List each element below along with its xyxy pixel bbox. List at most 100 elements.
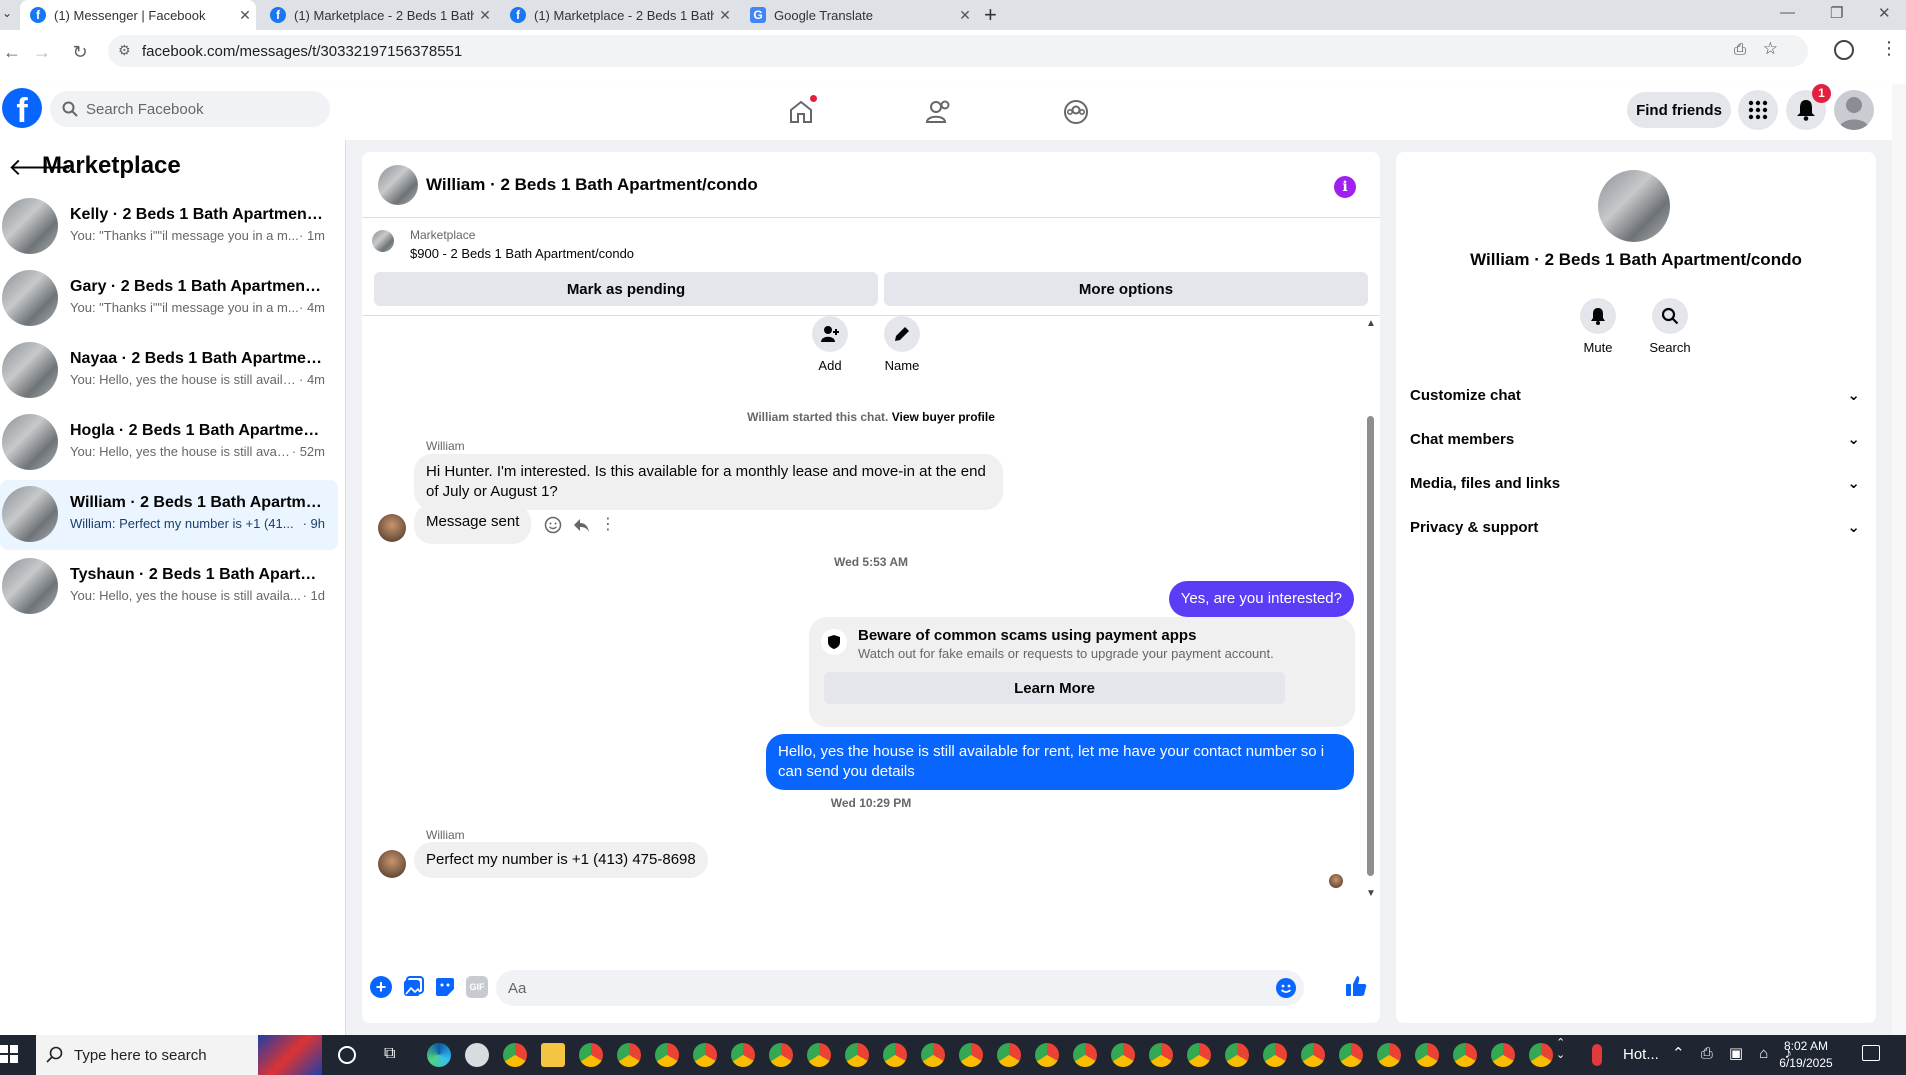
close-tab-icon[interactable]: ✕	[474, 7, 496, 24]
weather-text[interactable]: Hot...	[1623, 1046, 1659, 1063]
chrome-window-icon[interactable]	[1529, 1043, 1553, 1067]
message-bubble-incoming[interactable]: Hi Hunter. I'm interested. Is this avail…	[414, 454, 1003, 510]
install-app-icon[interactable]: ⎙	[1734, 41, 1746, 58]
reload-icon[interactable]: ↻	[68, 40, 92, 64]
restore-icon[interactable]: ❐	[1830, 4, 1843, 22]
chrome-window-icon[interactable]	[655, 1043, 679, 1067]
chrome-window-icon[interactable]	[883, 1043, 907, 1067]
app-icon[interactable]	[465, 1043, 489, 1067]
search-in-chat-button[interactable]: Search	[1646, 298, 1694, 355]
chrome-window-icon[interactable]	[1111, 1043, 1135, 1067]
chrome-icon[interactable]	[503, 1043, 527, 1067]
more-options-button[interactable]: More options	[884, 272, 1368, 306]
scroll-down-arrow-icon[interactable]: ▼	[1366, 888, 1376, 899]
chrome-window-icon[interactable]	[769, 1043, 793, 1067]
edge-icon[interactable]	[427, 1043, 451, 1067]
william-avatar[interactable]	[378, 850, 406, 878]
react-emoji-icon[interactable]	[544, 516, 562, 534]
forward-icon[interactable]: →	[30, 40, 54, 64]
chat-thumbnail[interactable]	[378, 165, 418, 205]
gif-icon[interactable]: GIF	[466, 976, 488, 998]
listing-thumbnail-small[interactable]	[372, 230, 394, 252]
conversation-item-kelly[interactable]: Kelly · 2 Beds 1 Bath Apartment/co... Yo…	[0, 192, 338, 262]
view-buyer-profile-link[interactable]: View buyer profile	[892, 410, 995, 424]
address-bar[interactable]: ⚙ facebook.com/messages/t/30332197156378…	[108, 35, 1808, 67]
chrome-window-icon[interactable]	[1415, 1043, 1439, 1067]
scroll-up-arrow-icon[interactable]: ▲	[1366, 318, 1376, 329]
notifications-bell-icon[interactable]: 1	[1786, 84, 1831, 130]
chrome-window-icon[interactable]	[1035, 1043, 1059, 1067]
chrome-window-icon[interactable]	[1225, 1043, 1249, 1067]
home-icon[interactable]	[781, 92, 821, 132]
chrome-window-icon[interactable]	[1073, 1043, 1097, 1067]
william-avatar[interactable]	[378, 514, 406, 542]
account-avatar[interactable]	[1834, 90, 1874, 130]
more-actions-icon[interactable]: ⋮	[600, 514, 616, 534]
name-chat-button[interactable]: Name	[880, 316, 924, 373]
close-window-icon[interactable]: ✕	[1878, 4, 1891, 22]
chrome-window-icon[interactable]	[731, 1043, 755, 1067]
chrome-window-icon[interactable]	[1491, 1043, 1515, 1067]
chrome-window-icon[interactable]	[579, 1043, 603, 1067]
chrome-window-icon[interactable]	[1301, 1043, 1325, 1067]
facebook-logo[interactable]: f	[2, 88, 42, 130]
mark-as-pending-button[interactable]: Mark as pending	[374, 272, 878, 306]
chat-title[interactable]: William · 2 Beds 1 Bath Apartment/condo	[426, 175, 758, 195]
chrome-window-icon[interactable]	[1377, 1043, 1401, 1067]
conversation-item-gary[interactable]: Gary · 2 Beds 1 Bath Apartment/co... You…	[0, 264, 338, 334]
section-media-files-links[interactable]: Media, files and links ⌄	[1410, 463, 1860, 503]
taskbar-search-box[interactable]: Type here to search	[36, 1035, 322, 1075]
message-bubble-outgoing[interactable]: Yes, are you interested?	[1168, 581, 1354, 617]
add-people-button[interactable]: Add	[808, 316, 852, 373]
chrome-window-icon[interactable]	[1339, 1043, 1363, 1067]
tab-marketplace-2[interactable]: f (1) Marketplace - 2 Beds 1 Bath ✕	[500, 0, 736, 30]
section-chat-members[interactable]: Chat members ⌄	[1410, 419, 1860, 459]
message-bubble-outgoing[interactable]: Hello, yes the house is still available …	[766, 734, 1354, 790]
groups-icon[interactable]	[1056, 92, 1096, 132]
conversation-item-hogla[interactable]: Hogla · 2 Beds 1 Bath Apartment/c... You…	[0, 408, 338, 478]
find-friends-button[interactable]: Find friends	[1627, 92, 1731, 128]
task-view-icon[interactable]: ⧉	[384, 1045, 395, 1063]
search-facebook-input[interactable]: Search Facebook	[50, 91, 330, 127]
cortana-icon[interactable]	[338, 1046, 356, 1064]
tray-overflow-chevron-icon[interactable]: ⌃ ⌄	[1556, 1037, 1565, 1061]
message-bubble-incoming[interactable]: Perfect my number is +1 (413) 475-8698	[414, 842, 708, 878]
tab-marketplace-1[interactable]: f (1) Marketplace - 2 Beds 1 Bath ✕	[260, 0, 496, 30]
chrome-window-icon[interactable]	[1263, 1043, 1287, 1067]
file-explorer-icon[interactable]	[541, 1043, 565, 1067]
tab-messenger[interactable]: f (1) Messenger | Facebook ✕	[20, 0, 256, 30]
browser-menu-icon[interactable]: ⋮	[1880, 38, 1898, 59]
chrome-window-icon[interactable]	[1453, 1043, 1477, 1067]
listing-title[interactable]: $900 - 2 Beds 1 Bath Apartment/condo	[410, 246, 634, 261]
profile-icon[interactable]	[1834, 40, 1854, 60]
section-customize-chat[interactable]: Customize chat ⌄	[1410, 375, 1860, 415]
message-input[interactable]: Aa	[496, 970, 1304, 1006]
chrome-window-icon[interactable]	[807, 1043, 831, 1067]
minimize-icon[interactable]: —	[1780, 4, 1795, 21]
close-tab-icon[interactable]: ✕	[714, 7, 736, 24]
emoji-picker-icon[interactable]	[1276, 978, 1296, 998]
chrome-window-icon[interactable]	[1187, 1043, 1211, 1067]
tab-search-chevron-icon[interactable]: ⌄	[2, 6, 16, 24]
conversation-item-tyshaun[interactable]: Tyshaun · 2 Beds 1 Bath Apartment... You…	[0, 552, 338, 622]
chrome-window-icon[interactable]	[693, 1043, 717, 1067]
chrome-window-icon[interactable]	[617, 1043, 641, 1067]
close-tab-icon[interactable]: ✕	[954, 7, 976, 24]
taskbar-clock[interactable]: 8:02 AM 6/19/2025	[1776, 1038, 1836, 1072]
close-tab-icon[interactable]: ✕	[234, 7, 256, 24]
chrome-window-icon[interactable]	[997, 1043, 1021, 1067]
conversation-item-nayaa[interactable]: Nayaa · 2 Beds 1 Bath Apartment/c... You…	[0, 336, 338, 406]
tab-google-translate[interactable]: G Google Translate ✕	[740, 0, 976, 30]
info-icon[interactable]: i	[1334, 176, 1356, 198]
menu-grid-icon[interactable]	[1738, 90, 1778, 130]
windows-start-icon[interactable]	[0, 1045, 20, 1065]
chat-info-photo[interactable]	[1598, 170, 1670, 242]
chrome-window-icon[interactable]	[959, 1043, 983, 1067]
action-center-icon[interactable]	[1862, 1045, 1880, 1061]
mute-button[interactable]: Mute	[1574, 298, 1622, 355]
page-scrollbar[interactable]	[1892, 84, 1906, 1035]
more-actions-plus-icon[interactable]: +	[370, 976, 392, 998]
message-bubble-incoming[interactable]: Message sent	[414, 504, 532, 544]
reply-icon[interactable]	[572, 516, 590, 534]
thumbs-up-icon[interactable]	[1344, 974, 1368, 998]
